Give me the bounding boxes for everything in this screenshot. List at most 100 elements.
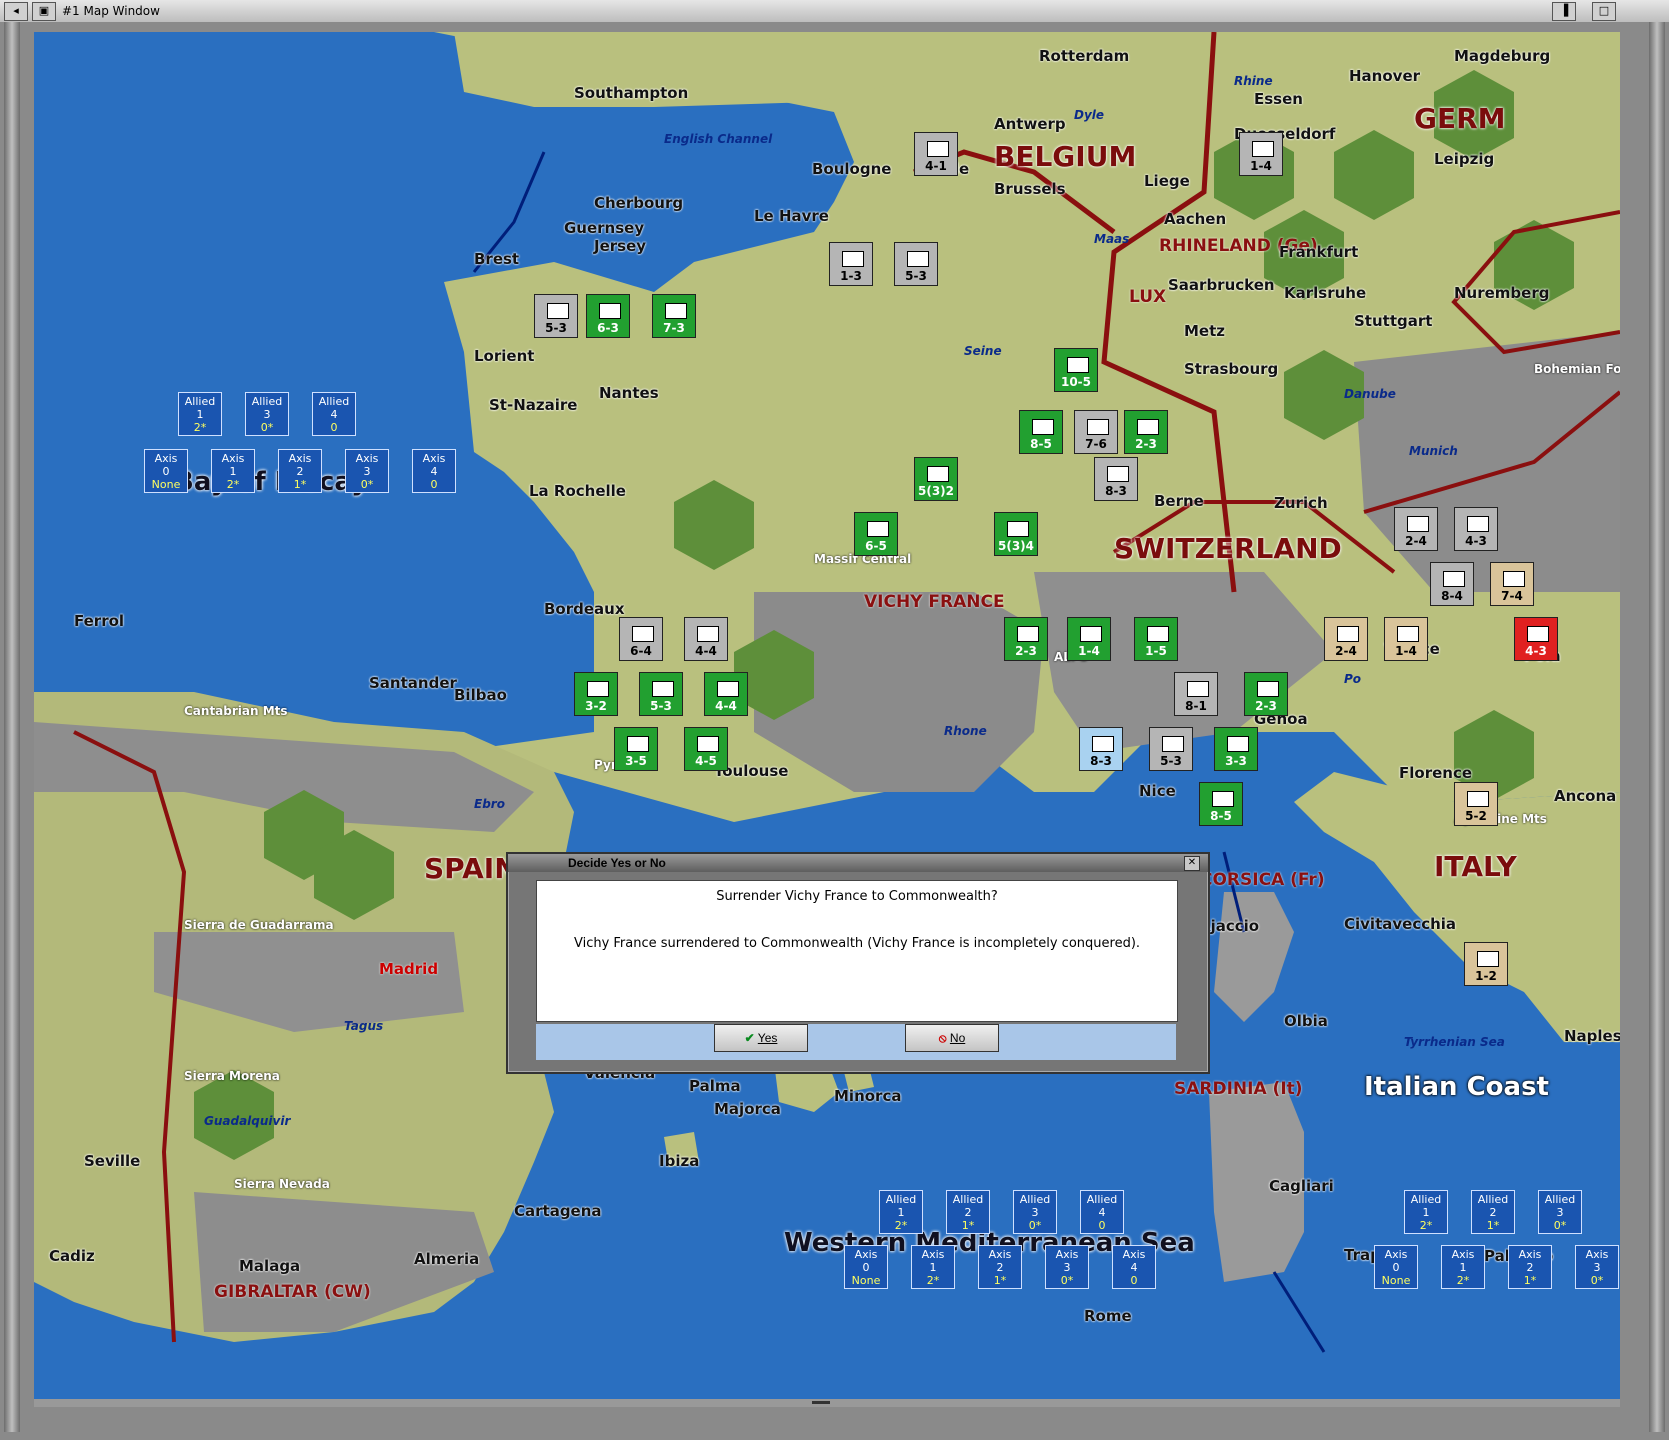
pool-mid-allied-box[interactable]: Allied 2 1*	[946, 1190, 990, 1234]
pool-right-axis-box[interactable]: Axis 1 2*	[1441, 1245, 1485, 1289]
region-label: Sierra de Guadarrama	[184, 918, 334, 932]
pool-mid-axis-box[interactable]: Axis 2 1*	[978, 1245, 1022, 1289]
unit-type-icon	[1067, 357, 1089, 373]
unit-counter[interactable]: 3-5	[614, 727, 658, 771]
pool-right-allied-box[interactable]: Allied 3 0*	[1538, 1190, 1582, 1234]
unit-counter[interactable]: 1-3	[829, 242, 873, 286]
no-button[interactable]: ⦸ No	[905, 1024, 999, 1052]
unit-counter[interactable]: 8-5	[1199, 782, 1243, 826]
pool-right-axis-box[interactable]: Axis 2 1*	[1508, 1245, 1552, 1289]
pool-right-axis-box[interactable]: Axis 0 None	[1374, 1245, 1418, 1289]
pool-mid-axis-box[interactable]: Axis 4 0	[1112, 1245, 1156, 1289]
pool-number: 1	[196, 408, 204, 421]
pool-number: 4	[430, 465, 438, 478]
unit-strength: 7-4	[1501, 589, 1523, 603]
unit-counter[interactable]: 3-2	[574, 672, 618, 716]
pool-mid-axis-box[interactable]: Axis 3 0*	[1045, 1245, 1089, 1289]
unit-counter[interactable]: 5(3)4	[994, 512, 1038, 556]
unit-counter[interactable]: 4-1	[914, 132, 958, 176]
country-label: CORSICA (Fr)	[1200, 870, 1325, 890]
unit-counter[interactable]: 5-3	[1149, 727, 1193, 771]
unit-strength: 7-6	[1085, 437, 1107, 451]
unit-counter[interactable]: 4-5	[684, 727, 728, 771]
pool-left-axis-box[interactable]: Axis 2 1*	[278, 449, 322, 493]
unit-counter[interactable]: 8-4	[1430, 562, 1474, 606]
unit-strength: 2-4	[1405, 534, 1427, 548]
pool-value: 1*	[961, 1219, 975, 1232]
pool-right-axis-box[interactable]: Axis 3 0*	[1575, 1245, 1619, 1289]
yes-button[interactable]: ✔ Yes	[714, 1024, 808, 1052]
pool-left-allied-box[interactable]: Allied 3 0*	[245, 392, 289, 436]
pool-left-axis-box[interactable]: Axis 4 0	[412, 449, 456, 493]
unit-counter[interactable]: 3-3	[1214, 727, 1258, 771]
unit-counter[interactable]: 6-3	[586, 294, 630, 338]
city-label: Stuttgart	[1354, 312, 1433, 330]
window-restore-icon[interactable]: ▣	[32, 2, 56, 21]
unit-strength: 1-5	[1145, 644, 1167, 658]
unit-counter[interactable]: 5-3	[894, 242, 938, 286]
pool-left-axis-box[interactable]: Axis 1 2*	[211, 449, 255, 493]
pool-number: 2	[996, 1261, 1004, 1274]
unit-counter[interactable]: 8-1	[1174, 672, 1218, 716]
country-label: GIBRALTAR (CW)	[214, 1282, 371, 1302]
river-label: Seine	[964, 344, 1002, 358]
pool-value: 0	[1098, 1219, 1106, 1232]
pool-value: 2*	[193, 421, 207, 434]
unit-counter[interactable]: 2-4	[1324, 617, 1368, 661]
unit-counter[interactable]: 5-3	[534, 294, 578, 338]
pool-value: 2*	[1419, 1219, 1433, 1232]
unit-type-icon	[927, 141, 949, 157]
pool-number: 3	[363, 465, 371, 478]
unit-type-icon	[1467, 516, 1489, 532]
pool-mid-allied-box[interactable]: Allied 4 0	[1080, 1190, 1124, 1234]
pool-left-allied-box[interactable]: Allied 4 0	[312, 392, 356, 436]
pool-left-axis-box[interactable]: Axis 3 0*	[345, 449, 389, 493]
unit-counter[interactable]: 4-3	[1454, 507, 1498, 551]
unit-counter[interactable]: 1-5	[1134, 617, 1178, 661]
unit-counter[interactable]: 8-3	[1079, 727, 1123, 771]
unit-counter[interactable]: 2-3	[1244, 672, 1288, 716]
unit-counter[interactable]: 1-4	[1384, 617, 1428, 661]
unit-counter[interactable]: 7-6	[1074, 410, 1118, 454]
pool-mid-axis-box[interactable]: Axis 1 2*	[911, 1245, 955, 1289]
unit-counter[interactable]: 1-2	[1464, 942, 1508, 986]
unit-counter[interactable]: 8-5	[1019, 410, 1063, 454]
window-menu-icon[interactable]: ◂	[4, 2, 28, 21]
city-label: Frankfurt	[1279, 243, 1359, 261]
window-control-icon[interactable]: □	[1592, 2, 1616, 21]
unit-counter[interactable]: 1-4	[1239, 132, 1283, 176]
unit-counter[interactable]: 1-4	[1067, 617, 1111, 661]
map-viewport[interactable]: BELGIUM GERM SWITZERLAND SPAIN ITALY VICHY FR…	[34, 32, 1620, 1399]
pool-left-axis-box[interactable]: Axis 0 None	[144, 449, 188, 493]
unit-counter[interactable]: 7-3	[652, 294, 696, 338]
city-label: Santander	[369, 674, 457, 692]
unit-counter[interactable]: 10-5	[1054, 348, 1098, 392]
pool-right-allied-box[interactable]: Allied 2 1*	[1471, 1190, 1515, 1234]
unit-counter[interactable]: 4-4	[704, 672, 748, 716]
close-icon[interactable]: ✕	[1184, 856, 1200, 871]
city-label: Strasbourg	[1184, 360, 1279, 378]
unit-counter[interactable]: 7-4	[1490, 562, 1534, 606]
pool-mid-allied-box[interactable]: Allied 1 2*	[879, 1190, 923, 1234]
city-label: Bordeaux	[544, 600, 625, 618]
unit-counter[interactable]: 5(3)2	[914, 457, 958, 501]
pool-mid-axis-box[interactable]: Axis 0 None	[844, 1245, 888, 1289]
unit-type-icon	[1092, 736, 1114, 752]
unit-counter[interactable]: 6-4	[619, 617, 663, 661]
scroll-indicator[interactable]	[812, 1401, 830, 1404]
unit-counter[interactable]: 4-3	[1514, 617, 1558, 661]
unit-counter[interactable]: 2-3	[1124, 410, 1168, 454]
unit-counter[interactable]: 2-3	[1004, 617, 1048, 661]
unit-strength: 1-4	[1395, 644, 1417, 658]
pool-mid-allied-box[interactable]: Allied 3 0*	[1013, 1190, 1057, 1234]
unit-counter[interactable]: 2-4	[1394, 507, 1438, 551]
unit-counter[interactable]: 6-5	[854, 512, 898, 556]
pool-right-allied-box[interactable]: Allied 1 2*	[1404, 1190, 1448, 1234]
unit-counter[interactable]: 5-2	[1454, 782, 1498, 826]
unit-counter[interactable]: 5-3	[639, 672, 683, 716]
unit-counter[interactable]: 8-3	[1094, 457, 1138, 501]
pool-left-allied-box[interactable]: Allied 1 2*	[178, 392, 222, 436]
city-label: Minorca	[834, 1087, 902, 1105]
unit-strength: 1-4	[1078, 644, 1100, 658]
unit-counter[interactable]: 4-4	[684, 617, 728, 661]
